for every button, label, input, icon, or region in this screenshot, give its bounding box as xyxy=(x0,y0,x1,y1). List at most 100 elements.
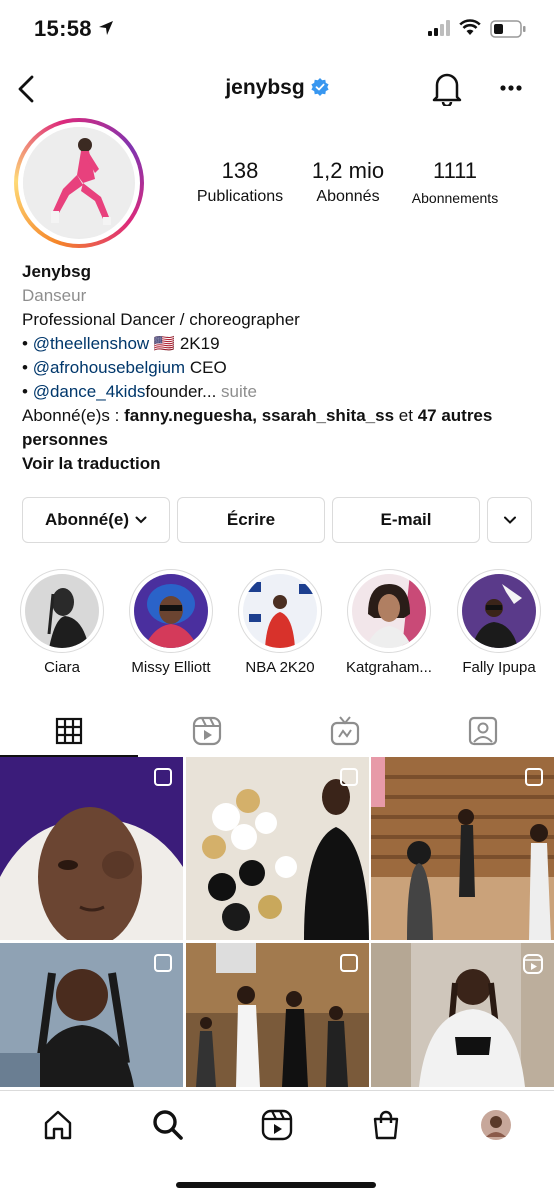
tagged-icon xyxy=(468,716,498,746)
shopping-bag-icon xyxy=(373,1110,399,1140)
bullet: • xyxy=(22,382,28,401)
stat-followers[interactable]: 1,2 mio Abonnés xyxy=(302,158,394,206)
message-button-label: Écrire xyxy=(226,510,276,529)
profile-stats: 138 Publications 1,2 mio Abonnés 1111 Ab… xyxy=(0,158,554,214)
profile-header: jenybsg xyxy=(0,66,554,112)
highlight-label: Fally Ipupa xyxy=(462,659,536,676)
stat-posts[interactable]: 138 Publications xyxy=(188,158,292,206)
nav-search[interactable] xyxy=(148,1105,188,1145)
location-arrow-icon xyxy=(98,20,114,41)
home-indicator[interactable] xyxy=(176,1182,376,1188)
highlight-missy-elliott[interactable]: Missy Elliott xyxy=(128,569,214,676)
followed-by-user-2[interactable]: ssarah_shita_ss xyxy=(262,406,394,425)
igtv-icon xyxy=(330,716,360,746)
suggested-accounts-button[interactable] xyxy=(487,497,532,543)
reels-icon xyxy=(261,1109,293,1141)
nav-reels[interactable] xyxy=(257,1105,297,1145)
nav-profile[interactable] xyxy=(476,1105,516,1145)
highlight-label: Missy Elliott xyxy=(131,659,211,676)
home-icon xyxy=(44,1110,72,1140)
profile-name: Jenybsg xyxy=(22,262,91,281)
wifi-icon xyxy=(459,18,481,41)
email-button[interactable]: E-mail xyxy=(332,497,480,543)
stat-posts-label: Publications xyxy=(196,188,284,205)
highlight-label: NBA 2K20 xyxy=(245,659,315,676)
multiple-photos-icon xyxy=(524,767,544,792)
post-thumbnail[interactable] xyxy=(0,943,183,1087)
post-thumbnail[interactable] xyxy=(186,943,369,1087)
see-translation-link[interactable]: Voir la traduction xyxy=(22,452,542,476)
bullet: • xyxy=(22,334,28,353)
notification-bell-button[interactable] xyxy=(430,70,464,108)
followed-by-and: et xyxy=(398,406,413,425)
stat-following-label: Abonnements xyxy=(411,190,499,206)
highlight-label: Katgraham... xyxy=(346,659,432,676)
status-time: 15:58 xyxy=(34,16,92,41)
highlight-cover xyxy=(352,574,426,648)
following-button[interactable]: Abonné(e) xyxy=(22,497,170,543)
followed-by[interactable]: Abonné(e)s : fanny.neguesha, ssarah_shit… xyxy=(22,404,542,452)
highlight-cover xyxy=(243,574,317,648)
bio-line-1: Professional Dancer / choreographer xyxy=(22,310,300,329)
bio-link-theellenshow[interactable]: @theellenshow xyxy=(33,334,150,353)
chevron-down-icon xyxy=(135,516,147,524)
posts-grid xyxy=(0,757,554,1087)
stat-posts-value: 138 xyxy=(221,158,259,183)
us-flag-emoji: 🇺🇸 xyxy=(153,334,176,353)
bio-line-2: • @theellenshow 🇺🇸 2K19 xyxy=(22,332,542,356)
multiple-photos-icon xyxy=(153,953,173,978)
username-title: jenybsg xyxy=(0,76,554,102)
verified-badge-icon xyxy=(311,78,329,102)
stat-following[interactable]: 1111 Abonnements xyxy=(402,158,508,206)
bio-line-3-text: CEO xyxy=(189,358,227,377)
profile-avatar-icon xyxy=(481,1110,511,1140)
nav-home[interactable] xyxy=(38,1105,78,1145)
stat-following-value: 1111 xyxy=(432,158,478,183)
post-thumbnail[interactable] xyxy=(371,757,554,940)
following-button-label: Abonné(e) xyxy=(44,510,130,529)
bio-line-4: • @dance_4kidsfounder... suite xyxy=(22,380,542,404)
highlight-cover xyxy=(134,574,208,648)
bottom-navigation xyxy=(0,1090,554,1158)
bio-line-3: • @afrohousebelgium CEO xyxy=(22,356,542,380)
battery-icon xyxy=(490,20,526,43)
bio-line-4-text: founder... xyxy=(145,382,217,401)
reel-icon xyxy=(522,953,544,980)
email-button-label: E-mail xyxy=(380,510,432,529)
highlight-ciara[interactable]: Ciara xyxy=(19,569,105,676)
profile-category: Danseur xyxy=(22,286,87,305)
followed-by-user-1[interactable]: fanny.neguesha xyxy=(124,406,252,425)
followed-by-prefix: Abonné(e)s : xyxy=(22,406,120,425)
grid-icon xyxy=(55,717,83,745)
message-button[interactable]: Écrire xyxy=(177,497,325,543)
search-icon xyxy=(153,1110,183,1140)
tab-tagged[interactable] xyxy=(414,705,552,757)
post-thumbnail[interactable] xyxy=(371,943,554,1087)
bullet: • xyxy=(22,358,28,377)
username-text: jenybsg xyxy=(225,76,305,99)
highlight-label: Ciara xyxy=(44,659,80,676)
bio-link-afrohousebelgium[interactable]: @afrohousebelgium xyxy=(33,358,185,377)
tab-reels[interactable] xyxy=(138,705,276,757)
more-options-button[interactable] xyxy=(496,78,526,98)
nav-shop[interactable] xyxy=(366,1105,406,1145)
tab-igtv[interactable] xyxy=(276,705,414,757)
highlight-fally-ipupa[interactable]: Fally Ipupa xyxy=(456,569,542,676)
highlight-nba-2k20[interactable]: NBA 2K20 xyxy=(237,569,323,676)
profile-bio: Jenybsg Danseur Professional Dancer / ch… xyxy=(22,260,542,476)
bio-link-dance-4kids[interactable]: @dance_4kids xyxy=(33,382,146,401)
multiple-photos-icon xyxy=(339,953,359,978)
multiple-photos-icon xyxy=(153,767,173,792)
highlight-katgraham[interactable]: Katgraham... xyxy=(346,569,432,676)
tab-grid[interactable] xyxy=(0,705,138,757)
stat-followers-label: Abonnés xyxy=(316,188,380,205)
post-thumbnail[interactable] xyxy=(186,757,369,940)
multiple-photos-icon xyxy=(339,767,359,792)
highlight-cover xyxy=(25,574,99,648)
bio-line-2-text: 2K19 xyxy=(179,334,220,353)
reels-icon xyxy=(192,716,222,746)
bio-more-link[interactable]: suite xyxy=(221,382,257,401)
chevron-down-icon xyxy=(503,516,516,524)
highlight-cover xyxy=(462,574,536,648)
post-thumbnail[interactable] xyxy=(0,757,183,940)
